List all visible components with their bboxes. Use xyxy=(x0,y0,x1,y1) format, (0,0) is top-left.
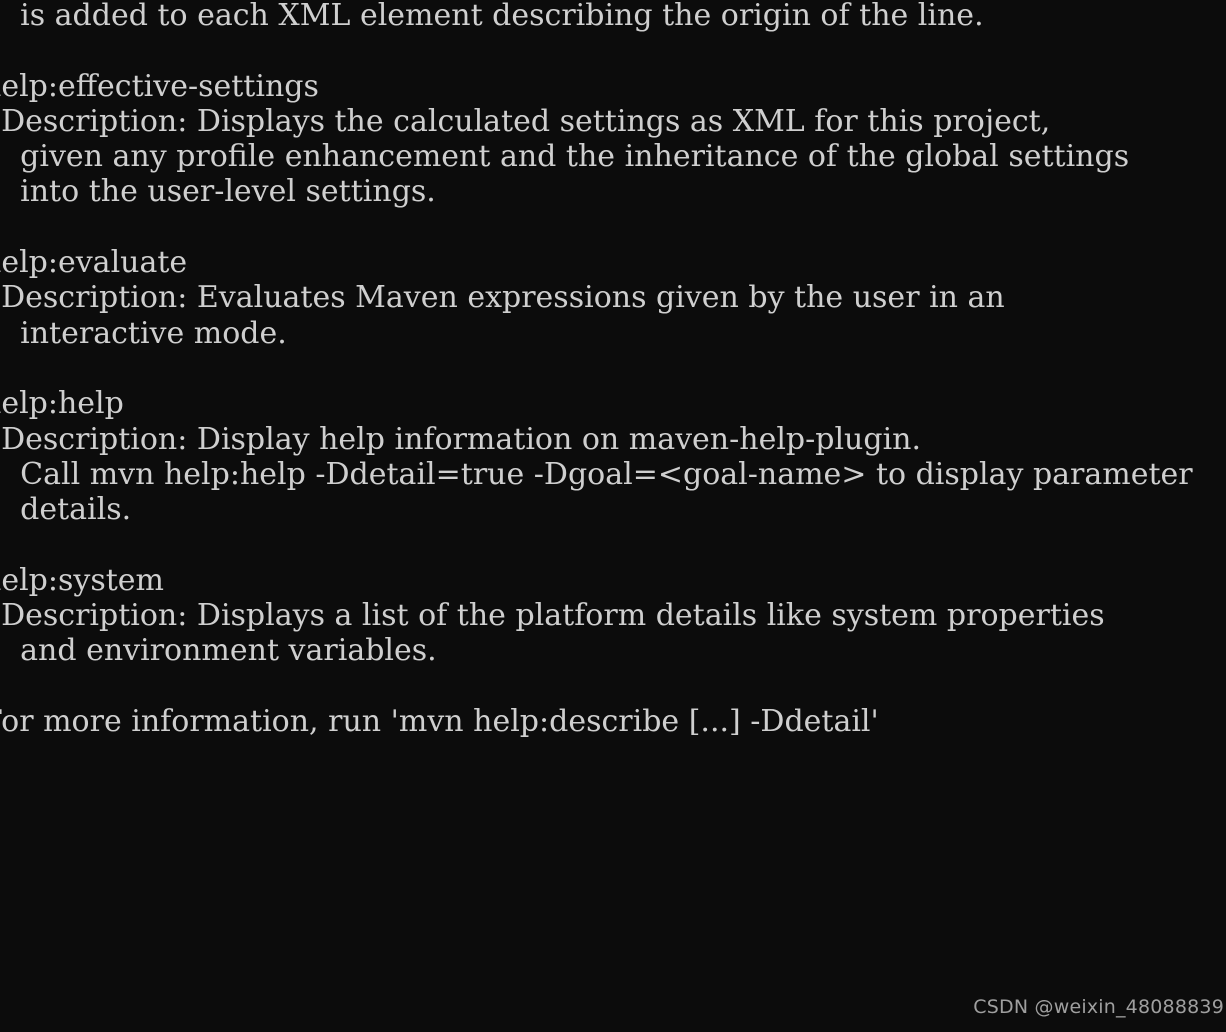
output-line: Description: Display help information on… xyxy=(0,421,922,457)
output-line: Description: Displays the calculated set… xyxy=(0,103,1051,139)
terminal-window[interactable]: is added to each XML element describing … xyxy=(0,0,1226,1032)
goal-heading-help: help:help xyxy=(0,386,124,422)
output-line-blank xyxy=(0,210,1226,245)
output-line-blank xyxy=(0,739,1226,774)
output-line: is added to each XML element describing … xyxy=(0,0,984,33)
output-line: into the user-level settings. xyxy=(0,174,436,210)
output-line: interactive mode. xyxy=(0,315,287,351)
output-line: Description: Displays a list of the plat… xyxy=(0,598,1105,634)
finished-at-row: [INFO] Finished at: 2021-02-05T15:41:31+… xyxy=(0,916,1226,951)
build-status-row: [INFO] BUILD SUCCESS xyxy=(0,810,1226,845)
output-line-blank xyxy=(0,669,1226,704)
goal-heading-effective-settings: help:effective-settings xyxy=(0,68,319,104)
build-summary-row: [INFO] ---------------------------------… xyxy=(0,775,1226,810)
help-output-block: is added to each XML element describing … xyxy=(0,0,1226,775)
output-line: Description: Evaluates Maven expressions… xyxy=(0,280,1005,316)
output-line-blank xyxy=(0,527,1226,562)
csdn-watermark: CSDN @weixin_48088839 xyxy=(973,996,1224,1018)
output-line-blank xyxy=(0,351,1226,386)
build-summary-row: [INFO] ---------------------------------… xyxy=(0,951,1226,986)
total-time-row: [INFO] Total time: 3.587 s xyxy=(0,880,1226,915)
goal-heading-system: help:system xyxy=(0,562,164,598)
output-line: and environment variables. xyxy=(0,633,437,669)
goal-heading-evaluate: help:evaluate xyxy=(0,245,188,281)
build-summary-row: [INFO] ---------------------------------… xyxy=(0,845,1226,880)
terminal-screen[interactable]: is added to each XML element describing … xyxy=(0,0,1226,986)
output-line: given any profile enhancement and the in… xyxy=(0,139,1130,175)
build-summary-block: [INFO] ---------------------------------… xyxy=(0,775,1226,987)
output-line: Call mvn help:help -Ddetail=true -Dgoal=… xyxy=(0,456,1193,492)
output-line: details. xyxy=(20,492,132,528)
output-line-blank xyxy=(0,33,1226,68)
more-information-hint: For more information, run 'mvn help:desc… xyxy=(0,703,879,739)
